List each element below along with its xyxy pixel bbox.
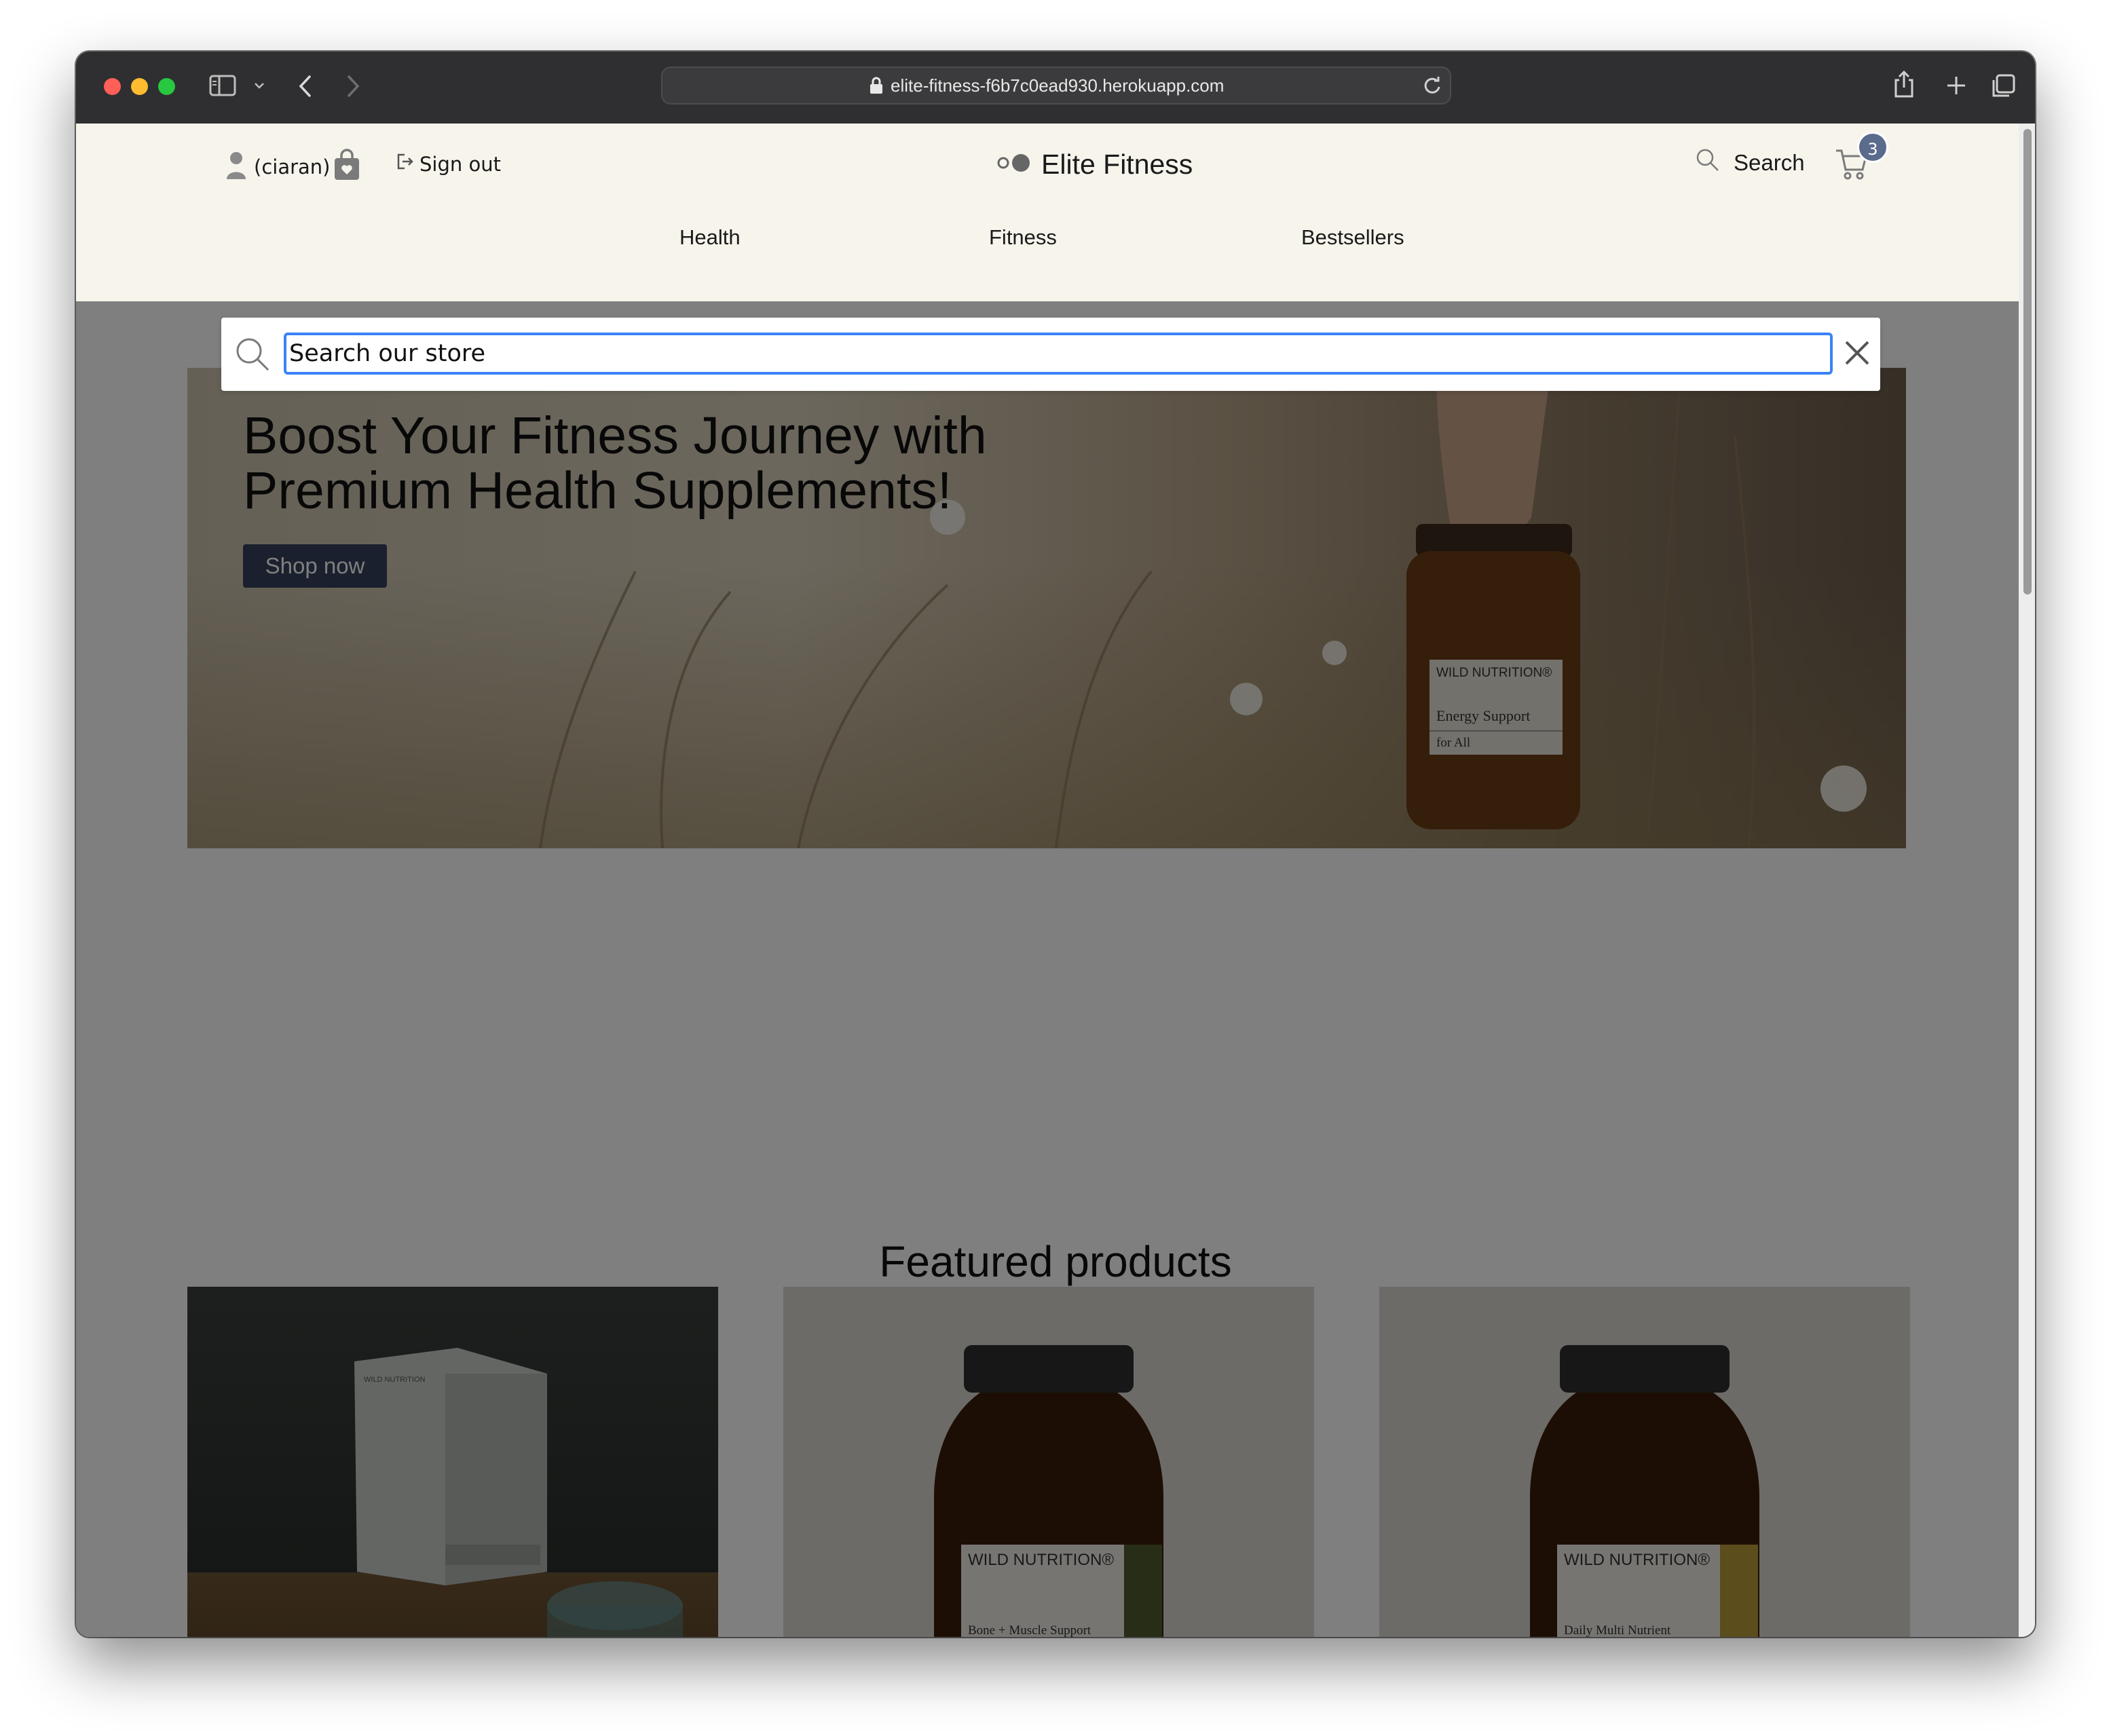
search-modal-overlay[interactable]	[76, 301, 2035, 1637]
brand-logo-link[interactable]: Elite Fitness	[996, 144, 1193, 185]
sign-out-icon	[396, 152, 414, 176]
cart-count-badge: 3	[1857, 132, 1888, 163]
user-icon	[225, 151, 247, 183]
address-bar[interactable]: elite-fitness-f6b7c0ead930.herokuapp.com	[661, 67, 1451, 105]
chevron-down-icon[interactable]	[254, 81, 265, 90]
close-window-button[interactable]	[104, 78, 121, 95]
close-icon[interactable]	[1842, 338, 1872, 371]
nav-item-health[interactable]: Health	[679, 225, 741, 250]
scrollbar-thumb[interactable]	[2023, 129, 2032, 595]
lock-icon	[869, 77, 884, 97]
new-tab-icon[interactable]	[1945, 75, 1967, 96]
url-text: elite-fitness-f6b7c0ead930.herokuapp.com	[891, 75, 1225, 96]
minimize-window-button[interactable]	[131, 78, 148, 95]
fullscreen-window-button[interactable]	[158, 78, 175, 95]
sidebar-toggle-icon[interactable]	[209, 75, 236, 96]
search-input[interactable]	[284, 333, 1833, 375]
brand-name: Elite Fitness	[1041, 148, 1193, 180]
page-viewport: (ciaran) Sign out Elite Fitness Search 3…	[76, 124, 2035, 1637]
nav-item-fitness[interactable]: Fitness	[989, 225, 1057, 250]
browser-window: elite-fitness-f6b7c0ead930.herokuapp.com…	[76, 52, 2035, 1637]
back-arrow-icon[interactable]	[297, 75, 314, 98]
nav-item-bestsellers[interactable]: Bestsellers	[1301, 225, 1404, 250]
search-label: Search	[1734, 150, 1805, 175]
sign-out-label: Sign out	[419, 152, 501, 176]
search-icon	[235, 337, 270, 375]
search-modal	[221, 318, 1880, 391]
search-icon	[1696, 148, 1720, 178]
forward-arrow-icon[interactable]	[345, 75, 361, 98]
sign-out-link[interactable]: Sign out	[396, 152, 501, 176]
shopping-bag-icon[interactable]	[333, 148, 361, 185]
site-header: (ciaran) Sign out Elite Fitness Search 3…	[76, 124, 2035, 301]
browser-toolbar: elite-fitness-f6b7c0ead930.herokuapp.com	[76, 52, 2035, 125]
account-link[interactable]: (ciaran)	[225, 151, 330, 183]
logo-icon	[996, 153, 1032, 176]
share-icon[interactable]	[1892, 69, 1916, 99]
account-name: (ciaran)	[254, 155, 331, 178]
header-search-link[interactable]: Search	[1696, 148, 1805, 178]
reload-icon[interactable]	[1421, 75, 1443, 99]
tab-overview-icon[interactable]	[1990, 73, 2016, 99]
